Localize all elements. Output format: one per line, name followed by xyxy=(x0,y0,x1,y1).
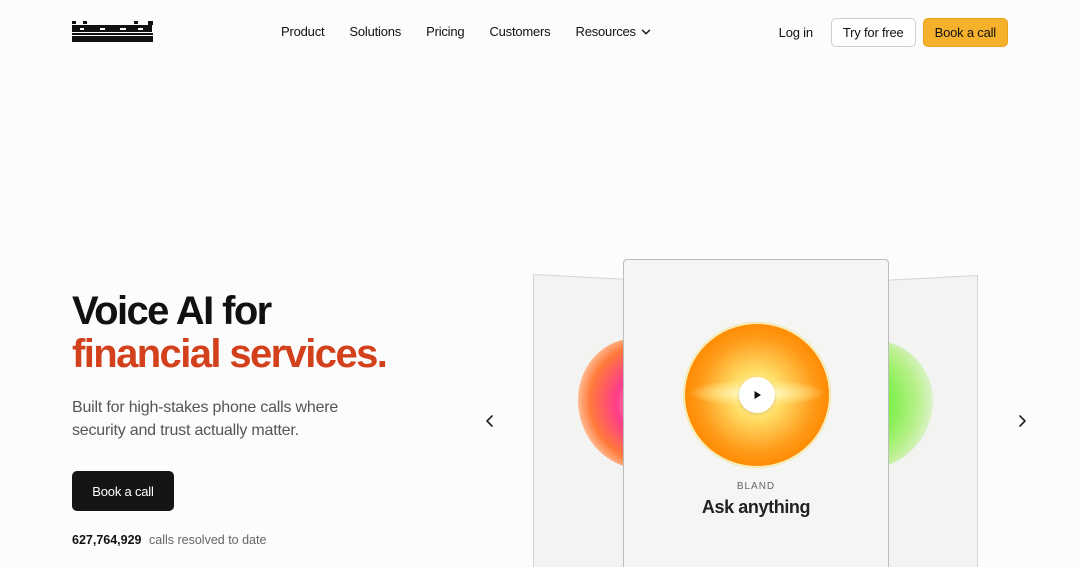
try-for-free-button[interactable]: Try for free xyxy=(830,18,916,47)
hero-title-line1: Voice AI for xyxy=(72,289,272,333)
nav-customers[interactable]: Customers xyxy=(489,24,550,39)
nav-resources[interactable]: Resources xyxy=(576,24,651,39)
nav-pricing[interactable]: Pricing xyxy=(426,24,465,39)
calls-count: 627,764,929 xyxy=(72,533,142,547)
hero-subtitle: Built for high-stakes phone calls where … xyxy=(72,399,339,439)
bland-wordmark-logo[interactable] xyxy=(72,21,154,43)
nav-links: Product Solutions Pricing Customers Reso… xyxy=(281,24,651,39)
hero-title: Voice AI for financial services. xyxy=(72,289,388,376)
card-brand-label: BLAND xyxy=(736,481,776,492)
carousel-next-button[interactable] xyxy=(1009,408,1035,434)
calls-label: calls resolved to date xyxy=(149,533,267,547)
nav-product[interactable]: Product xyxy=(281,24,325,39)
carousel-prev-button[interactable] xyxy=(477,408,503,434)
play-icon xyxy=(754,391,761,399)
nav-actions: Log in Try for free Book a call xyxy=(779,18,1008,47)
page: Product Solutions Pricing Customers Reso… xyxy=(0,0,1080,567)
chevron-down-icon xyxy=(641,29,651,34)
calls-stat: 627,764,929 calls resolved to date xyxy=(72,533,266,547)
play-button[interactable] xyxy=(739,377,775,413)
book-a-call-nav-button[interactable]: Book a call xyxy=(922,18,1008,47)
hero-title-line2: financial services. xyxy=(72,332,388,376)
nav-solutions[interactable]: Solutions xyxy=(349,24,401,39)
top-nav: Product Solutions Pricing Customers Reso… xyxy=(0,0,1080,64)
chevron-left-icon xyxy=(486,415,493,427)
carousel-card-active: BLAND Ask anything xyxy=(623,259,889,567)
chevron-right-icon xyxy=(1019,415,1026,427)
nav-resources-label: Resources xyxy=(575,24,637,39)
voice-orb-orange xyxy=(683,322,831,468)
login-link[interactable]: Log in xyxy=(779,25,813,40)
card-title: Ask anything xyxy=(701,497,811,517)
book-a-call-button[interactable]: Book a call xyxy=(72,471,174,511)
